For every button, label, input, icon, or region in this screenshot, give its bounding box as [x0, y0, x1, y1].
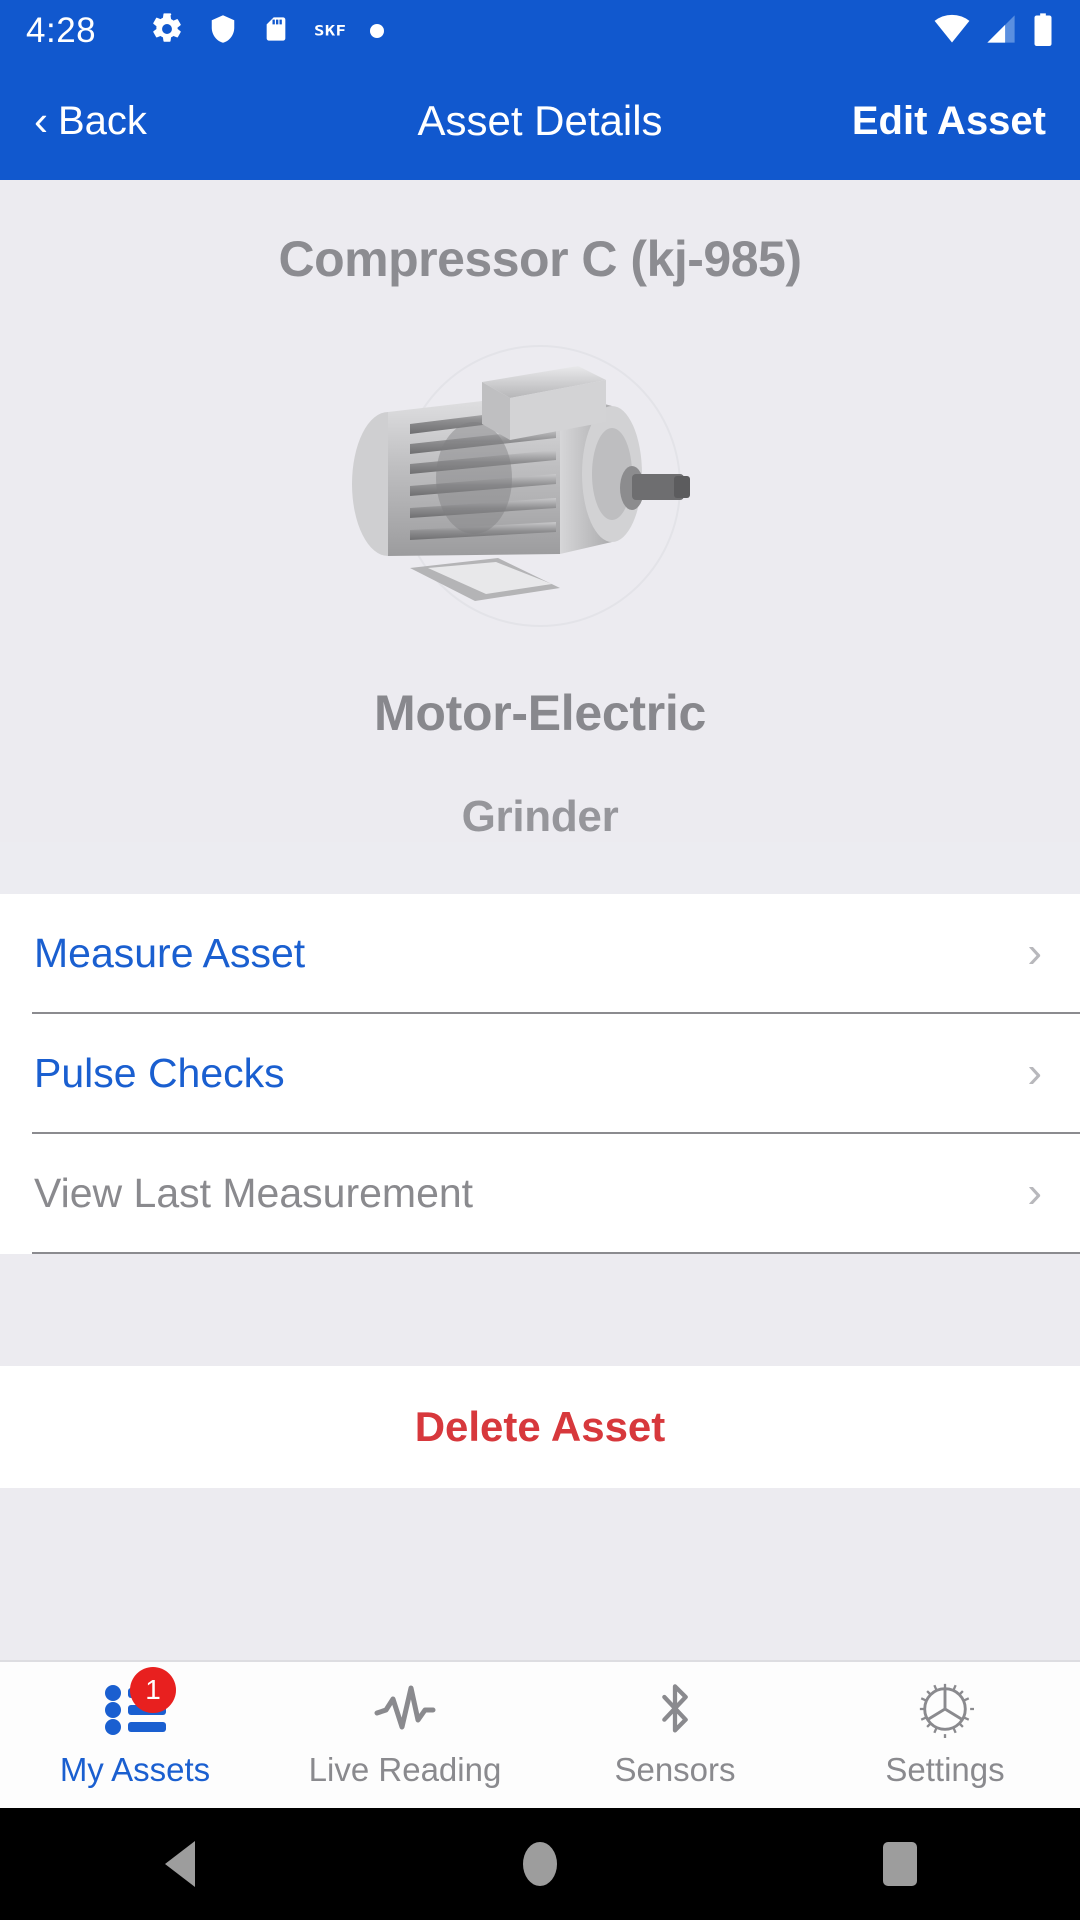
bluetooth-icon	[654, 1681, 696, 1737]
asset-type: Motor-Electric	[374, 685, 706, 741]
page-filler	[0, 1488, 1080, 1660]
tab-settings[interactable]: Settings	[810, 1662, 1080, 1808]
tab-my-assets[interactable]: 1 My Assets	[0, 1662, 270, 1808]
status-bar-right	[934, 12, 1054, 51]
list-item-label: Measure Asset	[34, 929, 306, 976]
edit-asset-button[interactable]: Edit Asset	[852, 99, 1046, 144]
tab-sensors[interactable]: Sensors	[540, 1662, 810, 1808]
gear-icon	[916, 1681, 974, 1738]
gear-icon	[150, 12, 184, 51]
waveform-icon	[373, 1681, 437, 1737]
tab-label: Sensors	[614, 1751, 736, 1788]
status-bar: 4:28 SKF	[0, 0, 1080, 62]
android-back-button[interactable]	[0, 1841, 360, 1887]
asset-hero: Compressor C (kj-985) Motor-Electric Gri…	[0, 180, 1080, 842]
chevron-right-icon: ›	[1027, 928, 1042, 977]
list-item-label: View Last Measurement	[34, 1169, 474, 1216]
status-time: 4:28	[26, 11, 97, 50]
cellular-signal-icon	[984, 14, 1018, 49]
chevron-right-icon: ›	[1027, 1048, 1042, 1097]
bulleted-list-icon: 1	[104, 1667, 176, 1737]
chevron-left-icon: ‹	[34, 97, 48, 144]
list-item-label: Pulse Checks	[34, 1049, 285, 1096]
asset-image	[260, 336, 820, 636]
tab-label: Settings	[885, 1751, 1005, 1788]
recents-square-icon	[883, 1842, 917, 1886]
list-item-view-last-measurement[interactable]: View Last Measurement ›	[0, 1134, 1080, 1252]
list-item-pulse-checks[interactable]: Pulse Checks ›	[0, 1014, 1080, 1132]
wifi-icon	[934, 14, 970, 49]
delete-asset-label: Delete Asset	[414, 1403, 666, 1450]
dot-icon	[370, 24, 385, 38]
sd-card-icon	[262, 12, 290, 51]
shield-icon	[208, 12, 238, 51]
delete-asset-button[interactable]: Delete Asset	[0, 1366, 1080, 1488]
list-item-measure-asset[interactable]: Measure Asset ›	[0, 894, 1080, 1012]
tab-label: My Assets	[59, 1751, 211, 1788]
chevron-right-icon: ›	[1027, 1168, 1042, 1217]
action-list: Measure Asset › Pulse Checks › View Last…	[0, 894, 1080, 1254]
home-circle-icon	[523, 1842, 557, 1886]
android-home-button[interactable]	[360, 1842, 720, 1886]
navigation-bar: ‹ Back Asset Details Edit Asset	[0, 62, 1080, 180]
android-navigation-bar	[0, 1808, 1080, 1920]
my-assets-badge: 1	[130, 1667, 176, 1713]
asset-name: Compressor C (kj-985)	[278, 231, 803, 287]
back-triangle-icon	[165, 1841, 195, 1887]
tab-label: Live Reading	[308, 1751, 502, 1788]
battery-icon	[1032, 12, 1054, 51]
asset-subtype: Grinder	[461, 792, 619, 841]
back-button-label: Back	[58, 98, 147, 143]
status-bar-left: 4:28 SKF	[26, 11, 934, 51]
app-screen: 4:28 SKF ‹ Back Asset Details Edit Asset…	[0, 0, 1080, 1920]
bottom-tab-bar: 1 My Assets Live Reading Sensors Setting…	[0, 1660, 1080, 1808]
section-gap	[0, 1254, 1080, 1366]
tab-live-reading[interactable]: Live Reading	[270, 1662, 540, 1808]
back-button[interactable]: ‹ Back	[34, 99, 147, 144]
skf-logo: SKF	[314, 22, 347, 40]
android-recents-button[interactable]	[720, 1842, 1080, 1886]
